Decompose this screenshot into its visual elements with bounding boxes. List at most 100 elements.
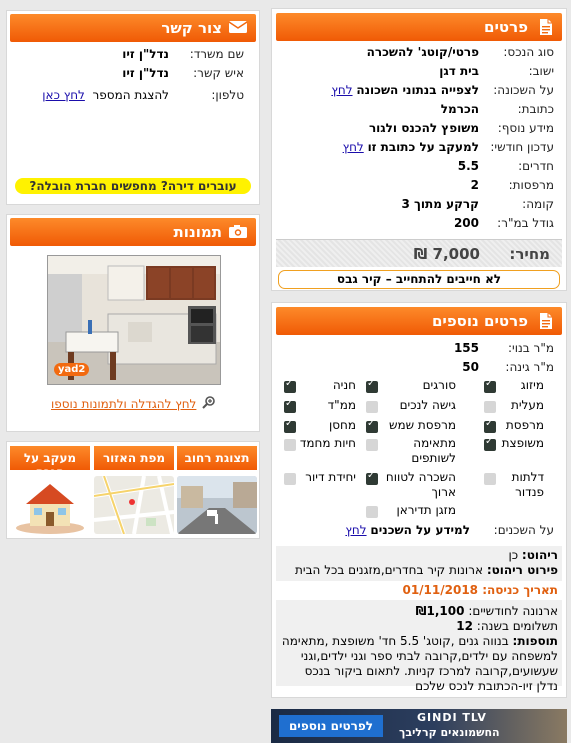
yad2-watermark: yad2 [54, 363, 90, 376]
detail-row-balconies: מרפסות: 2 [470, 178, 554, 192]
unchecked-icon [284, 439, 296, 451]
document-icon [536, 18, 554, 36]
payments-row: תשלומים בשנה: 12 [456, 619, 558, 633]
feature-label: חיות מחמד [299, 436, 356, 450]
ad-brand: GINDI TLV [417, 711, 487, 724]
checked-icon [284, 398, 296, 413]
checked-icon [484, 378, 496, 393]
price-value: 7,000 ₪ [413, 244, 480, 263]
street-view-thumb [177, 476, 257, 534]
feature-label: מעלית [510, 398, 544, 412]
price-label: מחיר: [509, 244, 550, 263]
feature-8: מחסן [284, 418, 356, 433]
photos-panel: תמונות yad2 לחץ להגדלה ולתמונות נוספו [6, 214, 260, 432]
price-box: מחיר: 7,000 ₪ [276, 239, 562, 267]
contact-header: צור קשר [10, 14, 256, 42]
checked-icon [484, 418, 496, 433]
feature-10: מתאימה לשותפים [366, 436, 456, 466]
detail-row-floor: קומה: קרקע מתוך 3 [401, 197, 554, 211]
feature-2: חניה [284, 378, 356, 393]
feature-label: ממ"ד [327, 398, 356, 412]
detail-row-update: עדכון חודשי: למעקב על כתובת זו לחץ [276, 138, 554, 157]
feature-3: מעלית [484, 398, 544, 413]
enlarge-photos-link[interactable]: לחץ להגדלה ולתמונות נוספו [51, 397, 196, 411]
detail-row-city: ישוב: בית דגן [439, 64, 554, 78]
checked-icon [284, 378, 296, 393]
feature-label: מיזוג [520, 378, 544, 392]
tab-street-view-label: תצוגת רחוב [177, 446, 257, 470]
feature-label: מחסן [328, 418, 356, 432]
main-photo[interactable]: yad2 [47, 255, 221, 385]
unchecked-icon [284, 473, 296, 485]
neighbors-link[interactable]: לחץ [345, 521, 366, 540]
additions-row: תוספות: בנווה גנים ,קוטג' 5.5 חד' משופצת… [281, 634, 558, 693]
feature-4: גישה לנכים [366, 398, 456, 413]
feature-15: מזגן תדיראן [366, 503, 456, 518]
photos-title: תמונות [173, 223, 222, 241]
furniture-detail-row: פירוט ריהוט: ארונות קיר בחדרים,מזגנים בכ… [295, 563, 558, 577]
feature-1: סורגים [366, 378, 456, 393]
neighborhood-link[interactable]: לחץ [331, 81, 352, 100]
extra-info-box: ריהוט: כן פירוט ריהוט: ארונות קיר בחדרים… [276, 546, 562, 693]
feature-label: מתאימה לשותפים [411, 436, 456, 465]
checked-icon [366, 378, 378, 393]
feature-7: מרפסת שמש [366, 418, 456, 433]
contact-title: צור קשר [161, 19, 222, 37]
zoom-icon [202, 395, 216, 412]
feature-9: משופצת [484, 436, 544, 451]
unchecked-icon [484, 401, 496, 413]
contact-office-row: שם משרד: נדל"ן זיו [122, 47, 244, 61]
features-grid: מיזוג סורגים חניה מעלית גישה לנכים ממ"ד מרפסת מ… [272, 303, 568, 543]
feature-11: חיות מחמד [284, 436, 356, 451]
details-panel: פרטים סוג הנכס: פרטי/קוטג' להשכרה ישוב: בי… [271, 8, 567, 291]
detail-row-rooms: חדרים: 5.5 [457, 159, 554, 173]
feature-label: סורגים [422, 378, 456, 392]
area-map-thumb [94, 476, 174, 534]
feature-14: יחידת דיור [284, 470, 356, 485]
detail-row-info: מידע נוסף: משופץ להכנס ולגור [368, 121, 554, 135]
show-phone-link[interactable]: לחץ כאן [42, 86, 85, 105]
unchecked-icon [484, 473, 496, 485]
checked-icon [366, 418, 378, 433]
moving-banner[interactable]: עוברים דירה? מחפשים חברת הובלה? [15, 178, 251, 194]
feature-13: השכרה לטווח ארוך [366, 470, 456, 500]
tab-property-tracking[interactable]: מעקב על הנכס [10, 446, 90, 536]
contact-panel: צור קשר שם משרד: נדל"ן זיו איש קשר: נדל"ן … [6, 10, 260, 205]
contact-phone-row: טלפון: להצגת המספר לחץ כאן [10, 86, 244, 105]
feature-label: מזגן תדיראן [396, 503, 456, 517]
feature-label: דלתות פנדור [511, 470, 544, 499]
detail-row-address: כתובת: הכרמל [440, 102, 554, 116]
ad-more-details-button[interactable]: לפרטים נוספים << [279, 715, 383, 743]
ad-banner[interactable]: לפרטים נוספים << GINDI TLV החשמונאים קרל… [271, 709, 567, 743]
ad-tagline: החשמונאים קרליבך [399, 726, 500, 739]
checked-icon [284, 418, 296, 433]
tab-street-view[interactable]: תצוגת רחוב [177, 446, 257, 536]
camera-icon [229, 223, 248, 241]
feature-12: דלתות פנדור [484, 470, 544, 500]
details-title: פרטים [484, 18, 528, 36]
furniture-row: ריהוט: כן [508, 548, 558, 562]
feature-5: ממ"ד [284, 398, 356, 413]
tab-area-map[interactable]: מפת האזור [94, 446, 174, 536]
photos-header: תמונות [10, 218, 256, 246]
unchecked-icon [366, 401, 378, 413]
tab-area-map-label: מפת האזור [94, 446, 174, 470]
feature-label: גישה לנכים [399, 398, 456, 412]
unchecked-icon [366, 506, 378, 518]
arnona-row: ארנונה לחודשיים: ₪1,100 [415, 604, 558, 618]
detail-row-neighborhood: על השכונה: לצפייה בנתוני השכונה לחץ [276, 81, 554, 100]
notice-pill: לא חייבים להתחייב – קיר גבס [278, 270, 560, 289]
feature-label: מרפסת שמש [388, 418, 456, 432]
feature-label: משופצת [501, 436, 544, 450]
monthly-update-link[interactable]: לחץ [343, 138, 364, 157]
details-header: פרטים [276, 13, 562, 41]
feature-label: מרפסת [505, 418, 544, 432]
feature-0: מיזוג [484, 378, 544, 393]
detail-row-size: גודל במ"ר: 200 [453, 216, 554, 230]
contact-person-row: איש קשר: נדל"ן זיו [122, 66, 244, 80]
entry-date-row: תאריך כניסה: 01/11/2018 [276, 581, 562, 600]
envelope-icon [228, 19, 248, 37]
detail-row-type: סוג הנכס: פרטי/קוטג' להשכרה [366, 45, 554, 59]
feature-label: השכרה לטווח ארוך [385, 470, 456, 499]
details-list: סוג הנכס: פרטי/קוטג' להשכרה ישוב: בית דגן … [276, 41, 562, 233]
